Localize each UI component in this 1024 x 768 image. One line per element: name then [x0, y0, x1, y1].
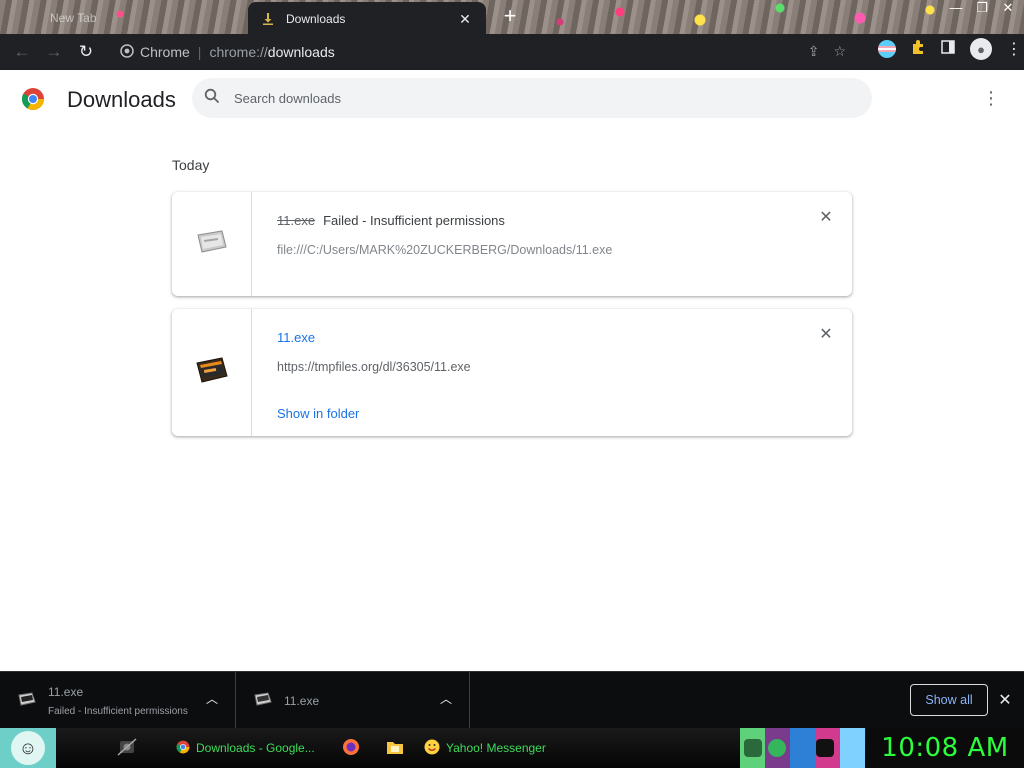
globe-icon[interactable]	[768, 739, 786, 757]
window-controls: — ❐ ✕	[948, 0, 1016, 16]
download-shelf: 11.exe Failed - Insufficient permissions…	[0, 671, 1024, 728]
downloads-header: Downloads ⋮	[0, 70, 1024, 128]
side-panel-icon[interactable]	[940, 39, 956, 60]
chevron-up-icon[interactable]: ︿	[438, 690, 454, 707]
flag-extension-icon[interactable]	[878, 40, 896, 58]
exe-file-icon	[195, 356, 229, 389]
download-card-complete: 11.exe https://tmpfiles.org/dl/36305/11.…	[172, 309, 852, 436]
forward-arrow-icon[interactable]: →	[40, 38, 68, 66]
address-bar[interactable]: Chrome | chrome://downloads ⇪ ☆	[108, 38, 854, 66]
download-source-url[interactable]: https://tmpfiles.org/dl/36305/11.exe	[277, 360, 802, 374]
tab-title: Downloads	[286, 12, 346, 26]
profile-avatar-icon[interactable]: ●	[970, 38, 992, 60]
taskbar-pinned-firefox[interactable]	[336, 733, 366, 763]
show-in-folder-link[interactable]: Show in folder	[277, 406, 359, 421]
browser-menu-icon[interactable]: ⋮	[1006, 39, 1022, 59]
clock-area[interactable]: 10:08 AM	[866, 728, 1024, 768]
remove-download-close-icon[interactable]: ✕	[818, 327, 834, 343]
file-icon-column	[172, 192, 252, 296]
system-tray	[740, 728, 865, 768]
search-icon	[204, 88, 220, 109]
smiley-start-icon: ☺	[11, 731, 45, 765]
omnibox-site-label: Chrome	[140, 44, 190, 60]
exe-file-icon	[254, 692, 272, 711]
bookmark-star-icon[interactable]: ☆	[833, 43, 846, 60]
taskbar-pinned-app[interactable]	[110, 733, 144, 763]
tab-new-tab-label: New Tab	[50, 11, 97, 25]
exe-file-icon	[196, 229, 228, 260]
download-source-url: file:///C:/Users/MARK%20ZUCKERBERG/Downl…	[277, 243, 613, 257]
reload-icon[interactable]: ↻	[72, 38, 100, 66]
tab-downloads[interactable]: Downloads ✕	[248, 2, 486, 36]
tab-strip: New Tab Downloads ✕ + — ❐ ✕	[0, 0, 1024, 36]
taskbar: ☺ Downloads - Google... Yahoo! Messenger…	[0, 728, 1024, 768]
new-tab-button[interactable]: +	[498, 4, 522, 28]
taskbar-app-label: Downloads - Google...	[196, 741, 315, 755]
shelf-item-status: Failed - Insufficient permissions	[48, 706, 188, 717]
browser-toolbar: ← → ↻ Chrome | chrome://downloads ⇪ ☆ ● …	[0, 34, 1024, 70]
back-arrow-icon[interactable]: ←	[8, 38, 36, 66]
exe-file-icon	[18, 692, 36, 711]
restore-icon[interactable]: ❐	[974, 0, 990, 16]
close-shelf-icon[interactable]: ✕	[996, 690, 1014, 710]
taskbar-app-label: Yahoo! Messenger	[446, 741, 546, 755]
search-icon[interactable]	[744, 739, 762, 757]
taskbar-pinned-explorer[interactable]	[380, 733, 410, 763]
omnibox-separator: |	[197, 44, 202, 60]
shelf-item-failed[interactable]: 11.exe Failed - Insufficient permissions…	[0, 672, 236, 728]
close-window-icon[interactable]: ✕	[1000, 0, 1016, 16]
download-filename: 11.exe	[277, 213, 316, 228]
start-button[interactable]: ☺	[0, 728, 56, 768]
date-section-label: Today	[172, 157, 210, 173]
remove-download-close-icon[interactable]: ✕	[818, 210, 834, 226]
shelf-item-name: 11.exe	[284, 694, 320, 708]
search-bar[interactable]	[192, 78, 872, 118]
minimize-icon[interactable]: —	[948, 0, 964, 16]
taskbar-app-chrome[interactable]: Downloads - Google...	[170, 733, 321, 763]
extensions-puzzle-icon[interactable]	[910, 39, 926, 60]
file-icon-column	[172, 309, 252, 436]
tab-close-icon[interactable]: ✕	[456, 11, 474, 28]
firefox-icon	[342, 738, 360, 759]
network-icon[interactable]	[816, 739, 834, 757]
chrome-logo-icon	[176, 740, 190, 757]
share-icon[interactable]: ⇪	[808, 43, 820, 60]
search-input[interactable]	[234, 90, 834, 106]
omnibox-scheme: chrome://	[209, 44, 268, 60]
page-title: Downloads	[67, 87, 176, 112]
download-icon	[260, 11, 276, 27]
shelf-item-name: 11.exe	[48, 685, 84, 699]
download-filename-link[interactable]: 11.exe	[277, 330, 315, 345]
omnibox-host: downloads	[267, 44, 335, 60]
show-all-button[interactable]: Show all	[910, 684, 988, 716]
page-menu-icon[interactable]: ⋮	[982, 88, 1000, 109]
camera-app-icon	[116, 737, 138, 760]
download-status: Failed - Insufficient permissions	[323, 213, 505, 228]
chrome-page-icon	[120, 43, 134, 61]
chevron-up-icon[interactable]: ︿	[204, 690, 220, 707]
taskbar-clock: 10:08 AM	[881, 733, 1009, 763]
taskbar-app-yahoo[interactable]: Yahoo! Messenger	[418, 733, 552, 763]
shelf-item-complete[interactable]: 11.exe ︿	[236, 672, 470, 728]
folder-icon	[386, 739, 404, 758]
smiley-messenger-icon	[424, 739, 440, 758]
chrome-logo-icon	[21, 87, 45, 111]
tab-new-tab[interactable]: New Tab	[26, 6, 226, 32]
download-card-failed: 11.exe Failed - Insufficient permissions …	[172, 192, 852, 296]
